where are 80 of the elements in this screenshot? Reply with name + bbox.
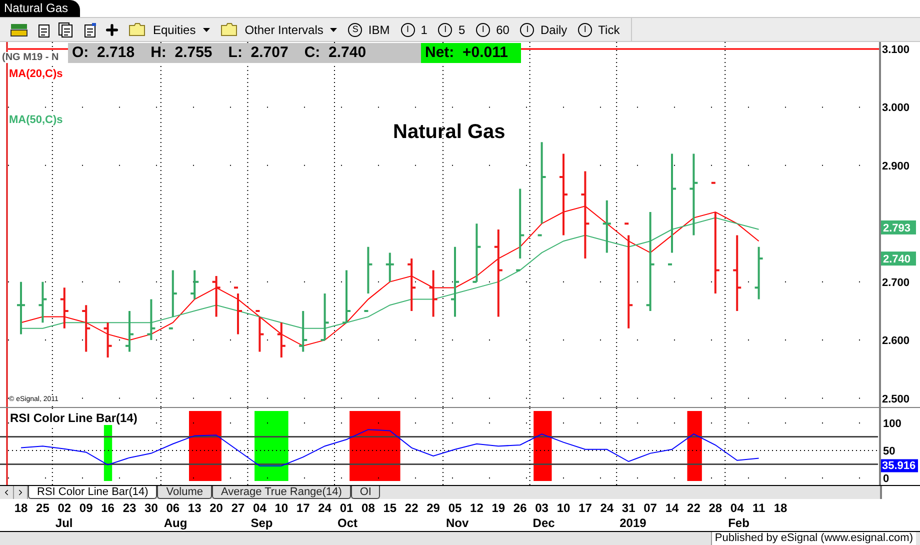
date-label: 11 <box>752 501 766 515</box>
status-text: Published by eSignal (www.esignal.com) <box>710 532 916 545</box>
date-label: 01 <box>340 501 354 515</box>
pane-tab[interactable]: RSI Color Line Bar(14) <box>28 486 158 499</box>
date-label: 19 <box>492 501 506 515</box>
interval-button[interactable]: I 60 <box>474 20 512 38</box>
indicator-legend: MA(20,C)s <box>9 68 63 80</box>
interval-button[interactable]: I Tick <box>576 20 622 38</box>
quote-value: O: 2.718 <box>72 42 135 63</box>
date-label: 29 <box>426 501 440 515</box>
date-label: 06 <box>166 501 180 515</box>
price-axis-label: 3.000 <box>882 102 910 114</box>
date-label: 24 <box>318 501 332 515</box>
date-label: 17 <box>578 501 592 515</box>
interval-button[interactable]: I 5 <box>436 20 468 38</box>
date-label: 08 <box>362 501 375 515</box>
price-axis-label: 3.100 <box>882 44 910 56</box>
date-label: 09 <box>79 501 93 515</box>
date-label: 17 <box>296 501 310 515</box>
last-price-tag: 2.740 <box>881 252 916 266</box>
date-label: 14 <box>665 501 679 515</box>
date-label: 18 <box>14 501 28 515</box>
date-label: 04 <box>730 501 744 515</box>
date-label: 30 <box>144 501 158 515</box>
folder-dropdown[interactable]: Equities <box>127 20 212 38</box>
price-axis-label: 2.700 <box>882 276 910 289</box>
symbol-label: (NG M19 - N <box>2 52 59 63</box>
rsi-axis-label: 100 <box>883 418 902 430</box>
quote-value: L: 2.707 <box>228 42 288 63</box>
interval-button[interactable]: S IBM <box>346 20 392 38</box>
interval-button[interactable]: I 1 <box>398 20 430 38</box>
date-label: 31 <box>622 501 636 515</box>
date-label: 16 <box>101 501 114 515</box>
last-value-tag: 35.916 <box>881 459 918 472</box>
date-label: 12 <box>470 501 484 515</box>
date-label: 02 <box>58 501 72 515</box>
rsi-axis-label: 0 <box>883 473 890 485</box>
price-axis-label: 2.600 <box>882 335 910 348</box>
rsi-axis-label: 50 <box>883 446 896 458</box>
price-axis-label: 2.500 <box>882 393 910 406</box>
date-label: 15 <box>383 501 397 515</box>
month-label: Oct <box>338 516 358 530</box>
month-label: Sep <box>250 516 273 530</box>
month-label: Dec <box>532 516 555 530</box>
date-label: 10 <box>556 501 570 515</box>
indicator-title: RSI Color Line Bar(14) <box>10 411 138 425</box>
month-label: Aug <box>164 516 188 530</box>
last-price-tag: 2.793 <box>881 220 916 234</box>
date-label: 04 <box>253 501 266 515</box>
month-label: Jul <box>55 516 73 530</box>
window-title: Natural Gas <box>0 0 80 17</box>
date-label: 22 <box>404 501 418 515</box>
date-label: 22 <box>687 501 700 515</box>
date-label: 03 <box>535 501 548 515</box>
date-label: 25 <box>36 501 50 515</box>
date-label: 26 <box>513 501 527 515</box>
indicator-legend: MA(50,C)s <box>9 114 63 126</box>
pane-tab[interactable]: Volume <box>157 486 212 499</box>
date-label: 05 <box>448 501 462 515</box>
pane-tab[interactable]: Average True Range(14) <box>212 486 351 499</box>
date-label: 07 <box>644 501 657 515</box>
date-label: 10 <box>274 501 288 515</box>
date-label: 28 <box>708 501 722 515</box>
quote-value: H: 2.755 <box>150 42 212 63</box>
date-label: 18 <box>774 501 788 515</box>
price-axis-label: 2.900 <box>882 160 910 172</box>
date-label: 13 <box>188 501 202 515</box>
folder-dropdown[interactable]: Other Intervals <box>218 20 340 38</box>
month-label: 2019 <box>620 516 646 530</box>
month-label: Feb <box>728 516 750 530</box>
date-label: 20 <box>210 501 223 515</box>
month-label: Nov <box>446 516 469 530</box>
date-label: 24 <box>600 501 614 515</box>
pane-tab[interactable]: OI <box>350 486 380 499</box>
date-label: 23 <box>122 501 136 515</box>
date-label: 27 <box>231 501 245 515</box>
net-change: Net: +0.011 <box>421 43 521 63</box>
chart-title: Natural Gas <box>393 120 506 145</box>
quote-value: C: 2.740 <box>304 42 366 63</box>
interval-button[interactable]: I Daily <box>518 20 570 38</box>
